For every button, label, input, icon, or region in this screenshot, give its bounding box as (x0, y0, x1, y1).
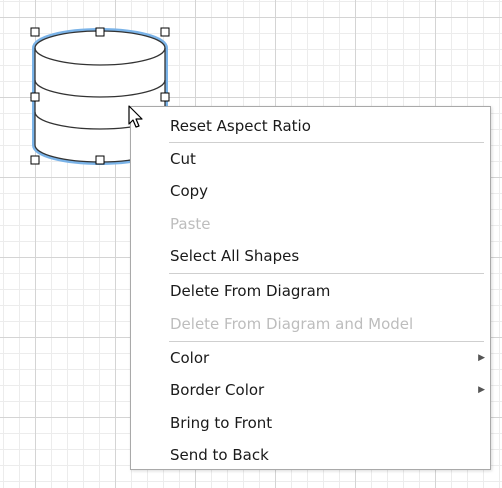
resize-handle-w[interactable] (30, 92, 40, 102)
menu-item-color[interactable]: Color ▶ (131, 343, 490, 373)
context-menu: Reset Aspect Ratio Cut Copy Paste Select… (130, 106, 491, 470)
menu-item-send-to-back[interactable]: Send to Back (131, 440, 490, 470)
menu-item-reset-aspect-ratio[interactable]: Reset Aspect Ratio (131, 111, 490, 141)
triangle-right-icon: ▶ (478, 353, 485, 363)
menu-item-delete-from-diagram[interactable]: Delete From Diagram (131, 276, 490, 306)
resize-handle-s[interactable] (95, 155, 105, 165)
resize-handle-e[interactable] (160, 92, 170, 102)
mouse-pointer-icon (128, 105, 143, 128)
resize-handle-n[interactable] (95, 27, 105, 37)
menu-item-cut[interactable]: Cut (131, 144, 490, 174)
resize-handle-sw[interactable] (30, 155, 40, 165)
resize-handle-ne[interactable] (160, 27, 170, 37)
menu-item-border-color[interactable]: Border Color ▶ (131, 375, 490, 405)
menu-separator (169, 273, 484, 274)
menu-item-select-all-shapes[interactable]: Select All Shapes (131, 241, 490, 271)
menu-item-paste: Paste (170, 215, 211, 233)
menu-separator (169, 142, 484, 143)
menu-item-label: Color (170, 349, 210, 367)
menu-separator (169, 341, 484, 342)
resize-handle-nw[interactable] (30, 27, 40, 37)
menu-item-label: Border Color (170, 381, 265, 399)
triangle-right-icon: ▶ (478, 385, 485, 395)
menu-item-delete-from-diagram-and-model: Delete From Diagram and Model (170, 315, 414, 333)
menu-item-copy[interactable]: Copy (131, 176, 490, 206)
menu-item-bring-to-front[interactable]: Bring to Front (131, 408, 490, 438)
